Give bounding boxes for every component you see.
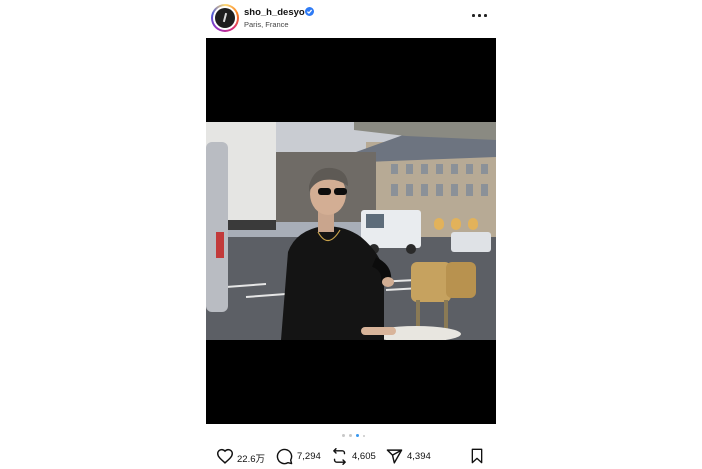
instagram-post: sho_h_desyo Paris, France 22.6万 7,294 4,… [206,0,496,468]
post-header: sho_h_desyo Paris, France [206,0,496,36]
bookmark-icon [471,448,483,464]
repost-button[interactable]: 4,605 [331,444,387,468]
share-icon [386,449,403,464]
carousel-indicator [342,434,368,438]
post-photo [206,122,496,340]
carousel-dot [349,434,352,437]
location-link[interactable]: Paris, France [244,20,289,29]
repost-icon [333,448,346,465]
share-button[interactable]: 4,394 [386,444,442,468]
bookmark-button[interactable] [470,448,484,469]
carousel-dot [342,434,345,437]
heart-icon [216,448,234,464]
carousel-dot-active [356,434,359,437]
repost-count: 4,605 [352,451,376,462]
post-media[interactable] [206,38,496,424]
like-button[interactable]: 22.6万 [216,444,276,468]
like-count: 22.6万 [237,454,265,465]
post-actions: 22.6万 7,294 4,605 4,394 [206,444,496,468]
comment-count: 7,294 [297,451,321,462]
share-count: 4,394 [407,451,431,462]
avatar-image [215,8,235,28]
carousel-dot [363,435,365,437]
verified-badge-icon [305,7,314,16]
comment-button[interactable]: 7,294 [276,444,332,468]
username[interactable]: sho_h_desyo [244,7,305,18]
comment-icon [276,448,293,465]
more-options-icon[interactable] [472,10,488,20]
avatar[interactable] [211,4,239,32]
